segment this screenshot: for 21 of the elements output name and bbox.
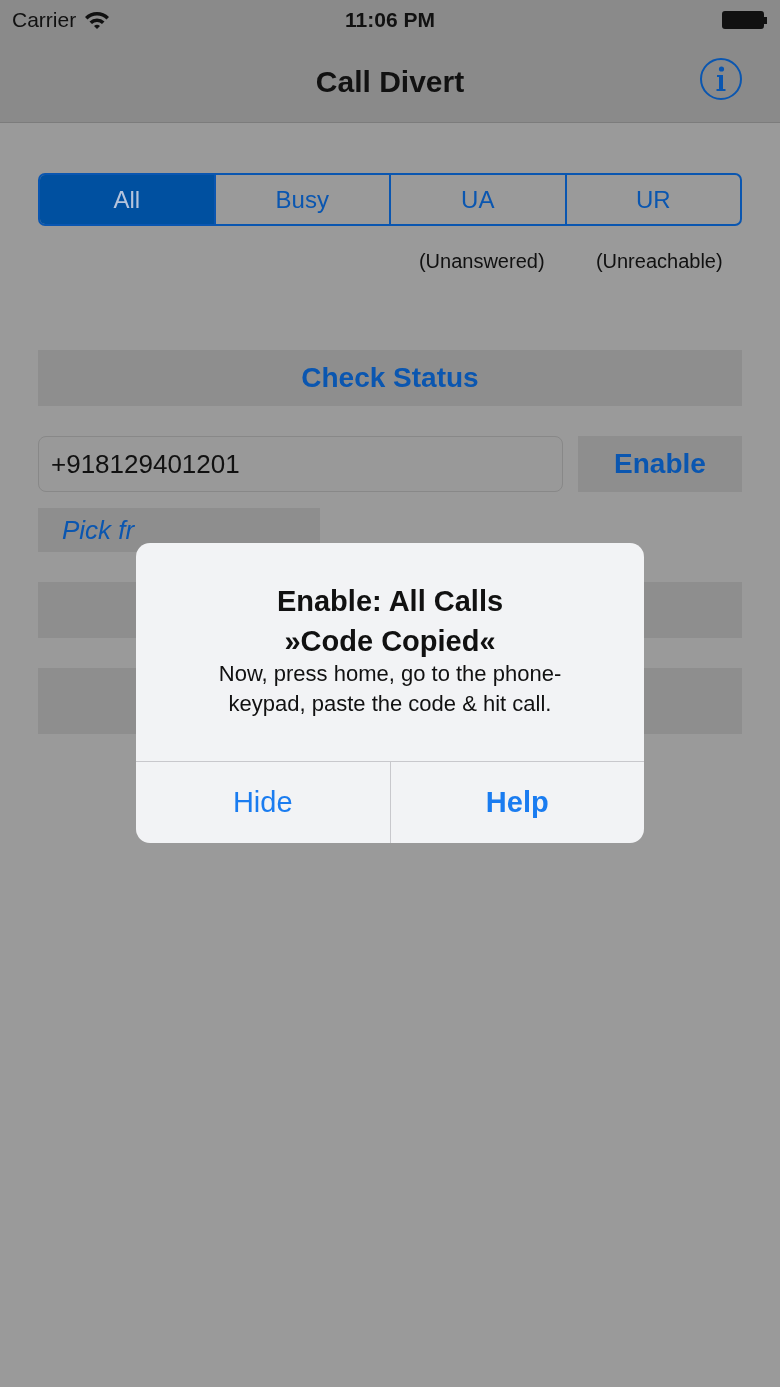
segment-tab[interactable]: UR	[564, 175, 740, 224]
wifi-icon	[84, 11, 111, 29]
carrier-label: Carrier	[12, 7, 77, 34]
nav-title: Call Divert	[315, 63, 465, 100]
alert-message: Now, press home, go to the phone-keypad, paste the code & hit call.	[217, 660, 563, 718]
info-icon	[715, 66, 727, 92]
alert-subtitle: »Code Copied«	[284, 624, 496, 659]
alert-button[interactable]: Hide	[136, 762, 390, 843]
enable-button[interactable]: Enable	[578, 436, 742, 492]
phone-number-field[interactable]: +918129401201	[38, 436, 563, 492]
info-button[interactable]	[700, 58, 742, 100]
segment-tab[interactable]: Busy	[213, 175, 389, 224]
segment-caption: (Unreachable)	[595, 249, 723, 274]
battery-icon	[722, 11, 768, 29]
segment-tab[interactable]: All	[40, 175, 214, 224]
check-status-button[interactable]: Check Status	[38, 350, 742, 406]
segment-caption: (Unanswered)	[418, 249, 545, 274]
status-time: 11:06 PM	[345, 7, 435, 34]
alert-title: Enable: All Calls	[276, 584, 504, 619]
alert-button[interactable]: Help	[389, 762, 644, 843]
segment-tab[interactable]: UA	[389, 175, 565, 224]
